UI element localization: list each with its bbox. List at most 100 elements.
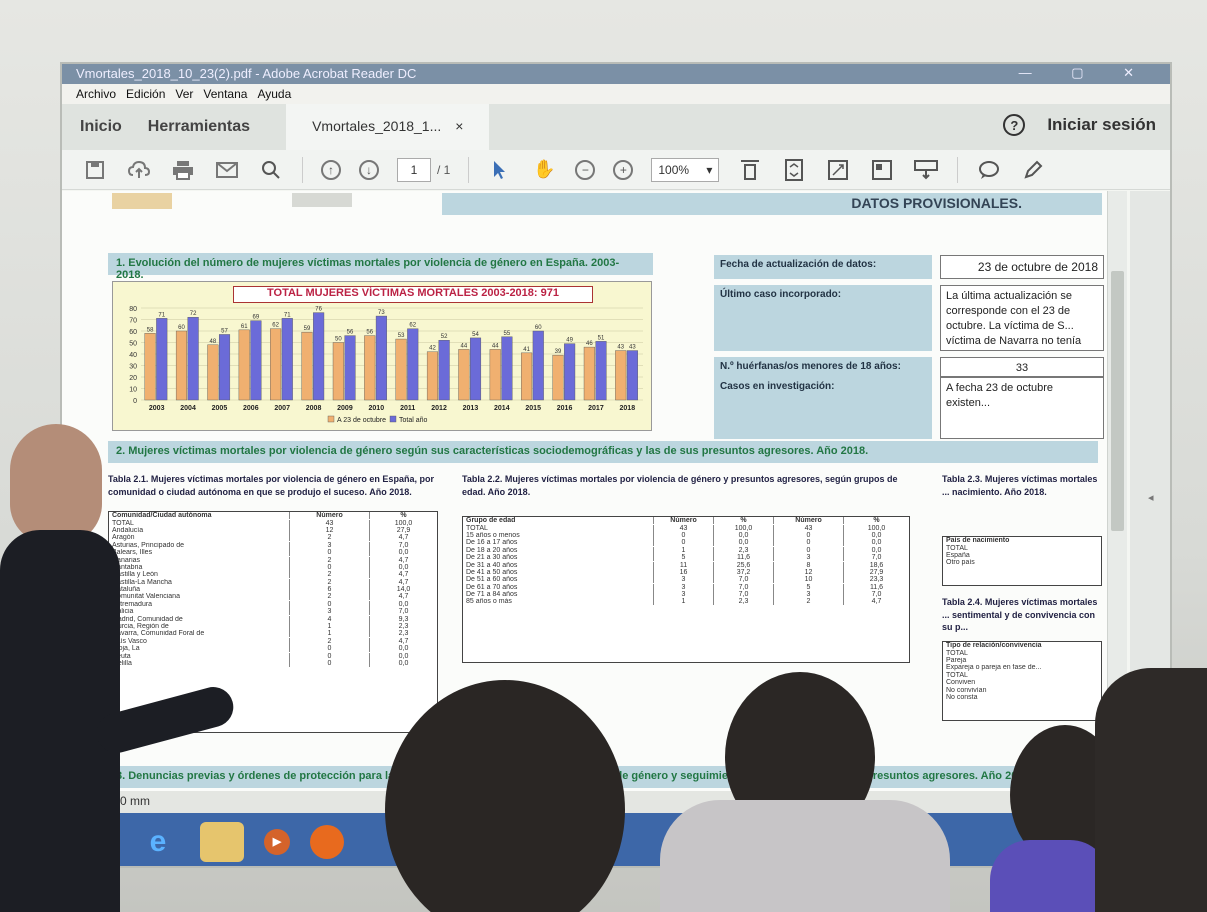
- presenter-head: [10, 424, 102, 544]
- table-cell: 7,0: [369, 541, 437, 549]
- audience-body-2: [660, 800, 950, 912]
- audience-body-3: [990, 840, 1110, 912]
- table-row: Murcia, Región de 1 2,3: [109, 623, 437, 631]
- menu-edicion[interactable]: Edición: [126, 87, 165, 101]
- table-row: De 18 a 20 años 1 2,3 0 0,0: [463, 546, 909, 554]
- table-cell: Comunidad/Ciudad autónoma: [112, 512, 212, 520]
- table-cell: No consta: [946, 693, 978, 701]
- table-cell: Número: [773, 517, 843, 525]
- table-cell: Asturias, Principado de: [112, 541, 184, 549]
- table24-title: Tabla 2.4. Mujeres víctimas mortales ...…: [942, 597, 1098, 633]
- media-player-icon[interactable]: ▶: [264, 828, 290, 855]
- table-cell: País Vasco: [112, 637, 147, 645]
- bar-data-label: 76: [315, 307, 322, 313]
- table-cell: 2: [289, 534, 369, 542]
- table-cell: Grupo de edad: [466, 517, 516, 525]
- hand-tool-icon[interactable]: ✋: [531, 157, 557, 183]
- signin-link[interactable]: Iniciar sesión: [1047, 115, 1156, 135]
- table-cell: De 61 a 70 años: [466, 583, 518, 591]
- help-icon[interactable]: ?: [1003, 114, 1026, 136]
- y-tick-label: 10: [129, 387, 137, 394]
- scroll-mode-icon[interactable]: [737, 157, 763, 183]
- bar-total: [375, 315, 387, 401]
- table-row: Canarias 2 4,7: [109, 556, 437, 564]
- chevron-left-icon[interactable]: ◂: [1148, 491, 1154, 504]
- cloud-upload-icon[interactable]: [126, 157, 152, 183]
- window-controls[interactable]: — ▢ ✕: [1019, 65, 1152, 81]
- table-cell: Número: [653, 517, 713, 525]
- tab-document[interactable]: Vmortales_2018_1... ×: [286, 104, 490, 150]
- scrollbar-thumb[interactable]: [1111, 271, 1124, 531]
- menu-archivo[interactable]: Archivo: [76, 87, 116, 101]
- table-cell: 0,0: [369, 563, 437, 571]
- table-cell: 2,3: [713, 598, 773, 606]
- table-cell: 14,0: [369, 586, 437, 594]
- table-cell: 0: [653, 531, 713, 539]
- table-row: Andalucía 12 27,9: [109, 526, 437, 534]
- page-up-icon[interactable]: ↑: [321, 159, 341, 180]
- chart-container: TOTAL MUJERES VÍCTIMAS MORTALES 2003-201…: [112, 281, 652, 431]
- email-icon[interactable]: [214, 157, 240, 183]
- zoom-select[interactable]: 100% ▾: [651, 157, 720, 182]
- table-cell: 2: [289, 578, 369, 586]
- table-row: Comunidad/Ciudad autónoma Número%: [109, 512, 437, 520]
- table-cell: 85 años o más: [466, 598, 512, 606]
- table-cell: 27,9: [843, 568, 909, 576]
- file-explorer-icon[interactable]: [200, 821, 244, 862]
- bar-data-label: 69: [253, 315, 260, 321]
- table-cell: 4: [289, 615, 369, 623]
- zoom-in-icon[interactable]: +: [613, 159, 634, 180]
- bar-data-label: 62: [272, 323, 279, 329]
- pen-icon[interactable]: [1020, 157, 1046, 183]
- print-icon[interactable]: [170, 157, 196, 183]
- x-tick-label: 2015: [525, 405, 541, 412]
- menu-bar: Archivo Edición Ver Ventana Ayuda: [62, 84, 1170, 104]
- bar-data-label: 44: [461, 343, 468, 349]
- tab-herramientas[interactable]: Herramientas: [148, 118, 250, 136]
- table-cell: 43: [289, 519, 369, 527]
- menu-ventana[interactable]: Ventana: [203, 87, 247, 101]
- table-row: Balears, Illes 0 0,0: [109, 549, 437, 557]
- page-number-input[interactable]: 1: [397, 157, 431, 182]
- huerfanos-label: N.º huérfanas/os menores de 18 años:: [714, 357, 932, 377]
- close-tab-icon[interactable]: ×: [455, 118, 463, 150]
- firefox-icon[interactable]: [310, 824, 344, 859]
- comment-icon[interactable]: [976, 157, 1002, 183]
- zoom-out-icon[interactable]: −: [575, 159, 596, 180]
- table-cell: 1: [289, 623, 369, 631]
- x-tick-label: 2004: [180, 405, 196, 412]
- table-cell: 10: [773, 576, 843, 584]
- table-cell: 0,0: [713, 531, 773, 539]
- legend-swatch: [327, 415, 335, 423]
- bar-data-label: 57: [221, 328, 228, 334]
- keyboard-icon[interactable]: [913, 157, 939, 183]
- fit-page-icon[interactable]: [781, 157, 807, 183]
- bar-a23octubre: [238, 329, 250, 401]
- select-cursor-icon[interactable]: [487, 157, 513, 183]
- page-down-icon[interactable]: ↓: [359, 159, 379, 180]
- table-cell: 16: [653, 568, 713, 576]
- page-view-icon[interactable]: [869, 157, 895, 183]
- search-icon[interactable]: [258, 157, 284, 183]
- table-cell: 5: [653, 554, 713, 562]
- table-cell: De 16 a 17 años: [466, 539, 518, 547]
- save-icon[interactable]: [82, 157, 108, 183]
- y-tick-label: 50: [129, 341, 137, 348]
- table-cell: De 41 a 50 años: [466, 568, 518, 576]
- table-cell: No convivían: [946, 686, 987, 694]
- table-row: De 31 a 40 años 11 25,6 8 18,6: [463, 561, 909, 569]
- table-cell: 7,0: [713, 583, 773, 591]
- tab-inicio[interactable]: Inicio: [80, 118, 122, 136]
- x-tick-label: 2006: [243, 405, 259, 412]
- tab-right-group: ? Iniciar sesión: [1003, 114, 1156, 136]
- table-cell: 0: [289, 563, 369, 571]
- bar-total: [469, 337, 482, 401]
- x-tick-label: 2012: [431, 405, 447, 412]
- menu-ayuda[interactable]: Ayuda: [257, 87, 291, 101]
- menu-ver[interactable]: Ver: [175, 87, 193, 101]
- fullscreen-icon[interactable]: [825, 157, 851, 183]
- table-cell: España: [946, 551, 970, 559]
- internet-explorer-icon[interactable]: e: [136, 822, 180, 862]
- table-cell: 3: [289, 541, 369, 549]
- table-cell: De 51 a 60 años: [466, 576, 518, 584]
